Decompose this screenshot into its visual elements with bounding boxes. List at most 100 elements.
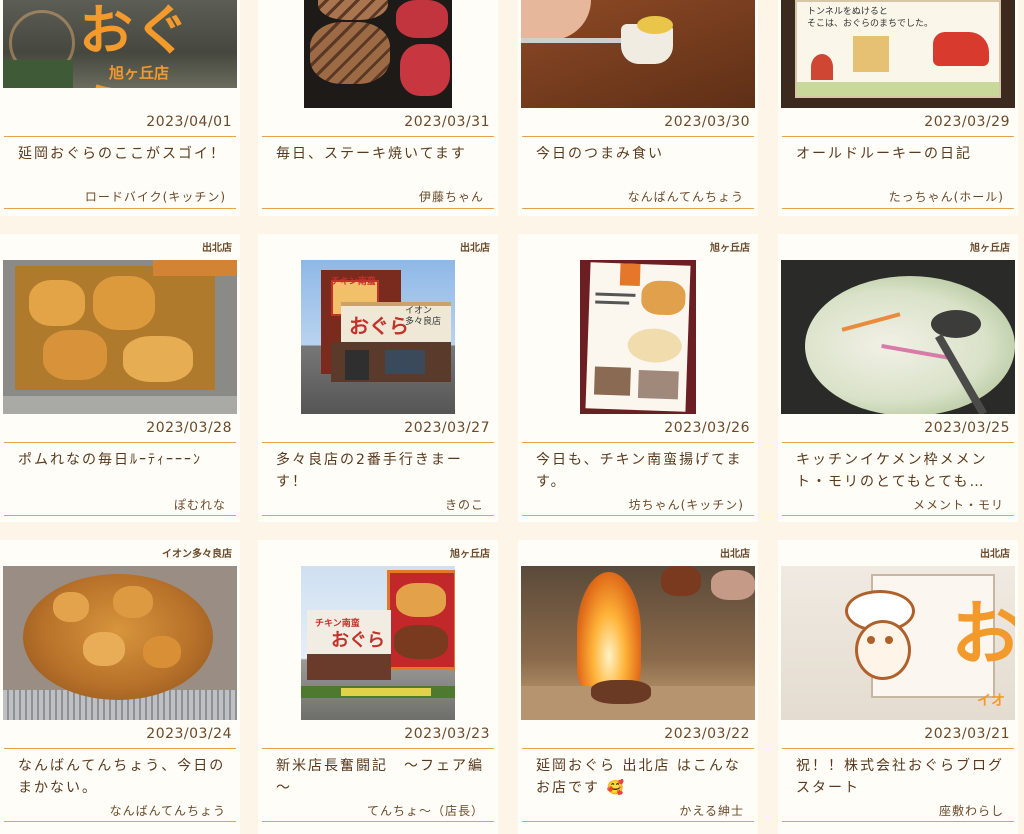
post-thumbnail[interactable]: チキン南蛮 おぐら イオン多々良店 — [258, 260, 498, 414]
shop-sign-branch: 旭ヶ丘店 — [109, 64, 170, 82]
post-title[interactable]: 今日のつまみ食い — [536, 143, 744, 165]
store-badge: 旭ヶ丘店 — [702, 234, 758, 258]
store-badge: 出北店 — [194, 234, 240, 258]
post-thumbnail[interactable] — [0, 566, 240, 720]
post-date: 2023/03/31 — [404, 114, 490, 130]
post-author: てんちょ～（店長） — [366, 804, 484, 818]
divider — [262, 442, 494, 443]
shop-sign-logo: お — [951, 593, 1015, 675]
shop-sign-branch: イオ — [977, 693, 1005, 709]
post-title[interactable]: 延岡おぐら 出北店 はこんなお店です 🥰 — [536, 755, 744, 799]
post-title[interactable]: 祝！！株式会社おぐらブログスタート — [796, 755, 1004, 799]
post-date: 2023/03/29 — [924, 114, 1010, 130]
post-card[interactable]: おぐら 旭ヶ丘店 2023/04/01 延岡おぐらのここがスゴイ！ ロードバイク… — [0, 0, 240, 216]
post-card[interactable]: 出北店 お イオ 2023/03/21 祝！！株式会社おぐらブログスタート 座敷… — [778, 540, 1018, 834]
store-badge: 旭ヶ丘店 — [962, 234, 1018, 258]
post-card[interactable]: 出北店 2023/03/28 ポムれなの毎日ﾙｰﾃｨｰｰｰﾝ ぽむれな — [0, 234, 240, 522]
divider — [522, 136, 754, 137]
divider — [782, 821, 1014, 822]
post-title[interactable]: 今日も、チキン南蛮揚げてます。 — [536, 449, 744, 493]
divider — [522, 208, 754, 209]
post-thumbnail[interactable] — [0, 260, 240, 414]
store-badge: 出北店 — [712, 540, 758, 564]
store-badge: イオン多々良店 — [154, 540, 240, 564]
post-date: 2023/03/28 — [146, 420, 232, 436]
divider — [4, 208, 236, 209]
divider — [782, 748, 1014, 749]
post-date: 2023/03/23 — [404, 726, 490, 742]
post-card[interactable]: トンネルをぬけると そこは、おぐらのまちでした。 2023/03/29 オールド… — [778, 0, 1018, 216]
post-card[interactable]: 旭ヶ丘店 チキン南蛮 おぐら 2023/03/23 新米店長奮闘記 ～フェア編～… — [258, 540, 498, 834]
post-author: なんばんてんちょう — [627, 190, 744, 204]
post-card[interactable]: イオン多々良店 2023/03/24 なんばんてんちょう、今日のまかない。 なん… — [0, 540, 240, 834]
post-thumbnail[interactable] — [518, 260, 758, 414]
shop-sign-branch: イオン多々良店 — [405, 306, 442, 327]
post-card[interactable]: 2023/03/31 毎日、ステーキ焼いてます 伊藤ちゃん — [258, 0, 498, 216]
post-title[interactable]: なんばんてんちょう、今日のまかない。 — [18, 755, 226, 799]
post-title[interactable]: 毎日、ステーキ焼いてます — [276, 143, 484, 165]
post-thumbnail[interactable] — [778, 260, 1018, 414]
divider — [4, 821, 236, 822]
post-date: 2023/03/24 — [146, 726, 232, 742]
post-title[interactable]: 新米店長奮闘記 ～フェア編～ — [276, 755, 484, 799]
post-author: ロードバイク(キッチン) — [84, 190, 226, 204]
poster-text-line: そこは、おぐらのまちでした。 — [807, 19, 934, 29]
post-author: なんばんてんちょう — [109, 804, 226, 818]
post-card[interactable]: 出北店 チキン南蛮 おぐら イオン多々良店 2023/03/27 多々良店の2番… — [258, 234, 498, 522]
post-author: 座敷わらし — [938, 804, 1004, 818]
divider — [4, 748, 236, 749]
post-title[interactable]: オールドルーキーの日記 — [796, 143, 1004, 165]
post-author: 伊藤ちゃん — [418, 190, 484, 204]
post-thumbnail[interactable] — [518, 566, 758, 720]
post-date: 2023/03/26 — [664, 420, 750, 436]
divider — [4, 442, 236, 443]
post-thumbnail[interactable]: お イオ — [778, 566, 1018, 720]
post-author: メメント・モリ — [912, 498, 1004, 512]
post-title[interactable]: キッチンイケメン枠メメント・モリのとてもとても… — [796, 449, 1004, 493]
divider — [522, 515, 754, 516]
divider — [782, 442, 1014, 443]
shop-sign-top-text: チキン南蛮 — [331, 277, 376, 287]
post-date: 2023/03/27 — [404, 420, 490, 436]
post-author: きのこ — [444, 498, 484, 512]
shop-sign-logo: おぐら — [349, 314, 409, 338]
divider — [262, 136, 494, 137]
post-card[interactable]: 旭ヶ丘店 2023/03/25 キッチンイケメン枠メメント・モリのとてもとても…… — [778, 234, 1018, 522]
post-author: ぽむれな — [173, 498, 226, 512]
post-thumbnail[interactable]: おぐら 旭ヶ丘店 — [0, 0, 240, 88]
post-thumbnail[interactable]: トンネルをぬけると そこは、おぐらのまちでした。 — [778, 0, 1018, 108]
store-badge: 出北店 — [452, 234, 498, 258]
divider — [4, 136, 236, 137]
post-date: 2023/03/22 — [664, 726, 750, 742]
post-thumbnail[interactable] — [258, 0, 498, 108]
post-author: 坊ちゃん(キッチン) — [628, 498, 744, 512]
blog-post-grid: おぐら 旭ヶ丘店 2023/04/01 延岡おぐらのここがスゴイ！ ロードバイク… — [0, 0, 1024, 834]
post-author: かえる紳士 — [679, 804, 744, 818]
divider — [262, 748, 494, 749]
post-thumbnail[interactable] — [518, 0, 758, 108]
post-card[interactable]: 旭ヶ丘店 2023/03/26 今日も、チキン南蛮揚げてます。 坊ちゃん(キッチ… — [518, 234, 758, 522]
divider — [522, 442, 754, 443]
divider — [782, 515, 1014, 516]
post-title[interactable]: 多々良店の2番手行きまーす！ — [276, 449, 484, 493]
post-date: 2023/03/30 — [664, 114, 750, 130]
post-title[interactable]: 延岡おぐらのここがスゴイ！ — [18, 143, 226, 165]
post-card[interactable]: 2023/03/30 今日のつまみ食い なんばんてんちょう — [518, 0, 758, 216]
divider — [522, 748, 754, 749]
post-thumbnail[interactable]: チキン南蛮 おぐら — [258, 566, 498, 720]
divider — [782, 208, 1014, 209]
shop-sign-logo: おぐら — [331, 630, 385, 651]
post-card[interactable]: 出北店 2023/03/22 延岡おぐら 出北店 はこんなお店です 🥰 かえる紳… — [518, 540, 758, 834]
store-badge: 出北店 — [972, 540, 1018, 564]
divider — [262, 515, 494, 516]
divider — [4, 515, 236, 516]
post-title[interactable]: ポムれなの毎日ﾙｰﾃｨｰｰｰﾝ — [18, 449, 226, 471]
post-author: たっちゃん(ホール) — [888, 190, 1004, 204]
post-date: 2023/04/01 — [146, 114, 232, 130]
post-date: 2023/03/21 — [924, 726, 1010, 742]
store-badge: 旭ヶ丘店 — [442, 540, 498, 564]
divider — [782, 136, 1014, 137]
divider — [262, 208, 494, 209]
divider — [262, 821, 494, 822]
post-date: 2023/03/25 — [924, 420, 1010, 436]
